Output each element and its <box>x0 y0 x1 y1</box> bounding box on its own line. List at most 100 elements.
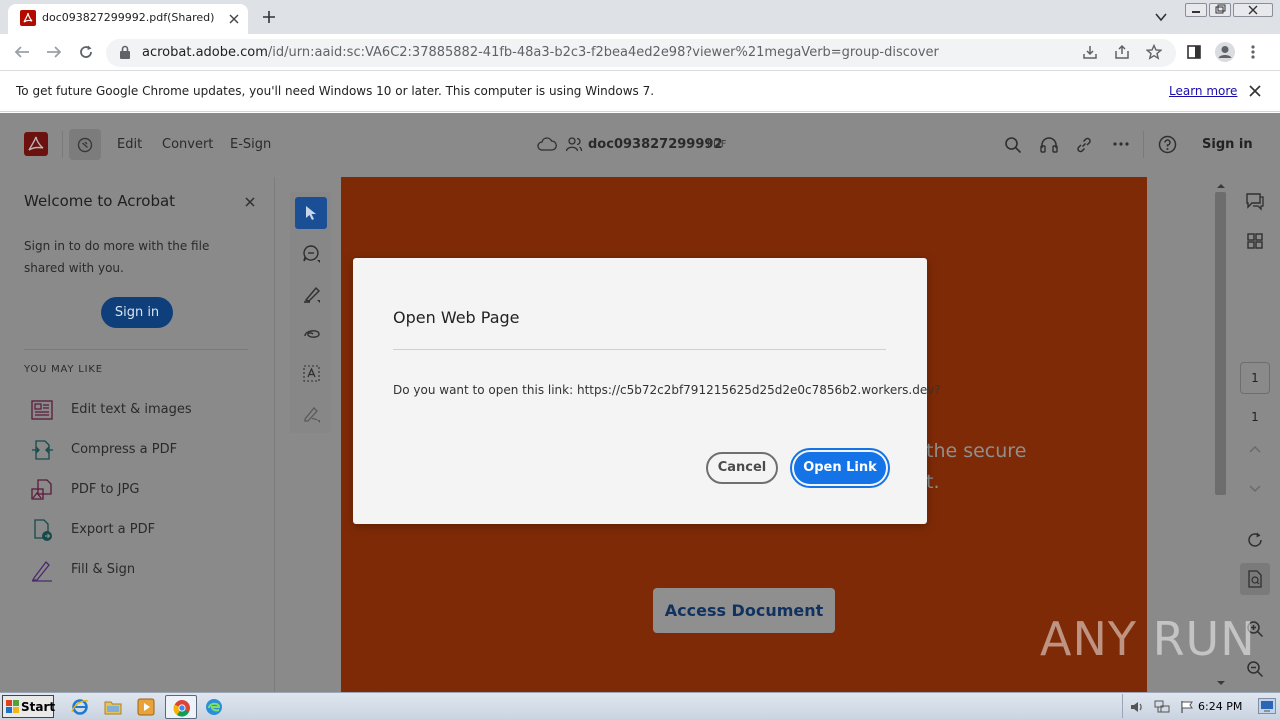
like-item-export[interactable]: Export a PDF <box>30 518 250 542</box>
browser-tab[interactable]: doc093827299992.pdf(Shared) - Adobe Acro… <box>8 4 248 34</box>
reload-icon[interactable] <box>78 44 94 60</box>
install-app-icon[interactable] <box>1082 44 1098 60</box>
like-item-label: PDF to JPG <box>71 482 140 497</box>
monitor-icon <box>1261 701 1273 712</box>
lock-icon[interactable] <box>119 45 131 59</box>
like-item-edit-text[interactable]: Edit text & images <box>30 398 250 422</box>
scrollbar-thumb[interactable] <box>1215 192 1226 495</box>
tab-search-chevron-icon[interactable] <box>1154 10 1168 24</box>
like-item-label: Fill & Sign <box>71 562 136 577</box>
read-aloud-headphones-icon[interactable] <box>1039 136 1059 154</box>
window-restore-button[interactable] <box>1209 3 1231 17</box>
access-document-button[interactable]: Access Document <box>653 588 835 633</box>
chrome-taskbar-button[interactable] <box>165 695 197 719</box>
scroll-down-arrow-icon[interactable] <box>1216 680 1226 686</box>
like-item-label: Edit text & images <box>71 402 192 417</box>
dialog-title: Open Web Page <box>393 308 520 327</box>
scroll-up-arrow-icon[interactable] <box>1216 183 1226 189</box>
tab-close-icon[interactable] <box>228 13 240 25</box>
cursor-arrow-icon <box>306 206 316 220</box>
comments-panel-icon[interactable] <box>1245 191 1265 211</box>
add-comment-icon <box>303 245 320 263</box>
menu-esign[interactable]: E-Sign <box>230 137 271 152</box>
welcome-title: Welcome to Acrobat <box>24 192 176 210</box>
select-tool-button[interactable] <box>295 197 327 229</box>
sign-pen-icon <box>304 407 320 423</box>
window-minimize-button[interactable] <box>1185 3 1207 17</box>
edge-icon[interactable] <box>205 698 223 716</box>
header-separator-right <box>1143 131 1144 158</box>
side-panel-icon[interactable] <box>1186 44 1202 60</box>
file-explorer-icon[interactable] <box>104 699 122 715</box>
edit-text-images-icon <box>31 400 53 420</box>
shared-users-icon <box>565 137 583 152</box>
watermark-text: ANY RUN <box>1040 612 1256 666</box>
share-icon[interactable] <box>1114 44 1130 60</box>
learn-more-link[interactable]: Learn more <box>1169 84 1237 98</box>
highlighter-icon <box>304 286 320 303</box>
chrome-icon <box>173 700 190 717</box>
url-text[interactable]: acrobat.adobe.com/id/urn:aaid:sc:VA6C2:3… <box>142 45 939 60</box>
document-info-icon <box>1248 570 1262 588</box>
url-host: acrobat.adobe.com <box>142 45 268 60</box>
more-options-icon[interactable] <box>1112 141 1130 147</box>
volume-icon[interactable] <box>1130 700 1144 714</box>
tab-title: doc093827299992.pdf(Shared) - Adobe Acro… <box>42 11 218 24</box>
like-item-label: Compress a PDF <box>71 442 178 457</box>
page-info-button[interactable] <box>1240 563 1270 595</box>
comment-tool-button[interactable] <box>295 237 327 269</box>
anyrun-watermark: ANY RUN <box>1040 612 1256 666</box>
thumbnails-grid-icon[interactable] <box>1246 232 1264 250</box>
highlight-tool-button[interactable] <box>295 277 327 309</box>
total-pages: 1 <box>1251 410 1259 424</box>
like-item-fill-sign[interactable]: Fill & Sign <box>30 558 250 582</box>
previous-page-chevron-icon[interactable] <box>1248 444 1262 454</box>
text-tool-button[interactable] <box>295 357 327 389</box>
search-icon[interactable] <box>1004 136 1022 154</box>
acrobat-favicon-icon <box>20 10 36 26</box>
window-close-button[interactable] <box>1233 3 1273 17</box>
profile-avatar-icon[interactable] <box>1214 41 1236 63</box>
rotate-refresh-icon[interactable] <box>1246 531 1264 549</box>
like-item-pdf-to-jpg[interactable]: PDF to JPG <box>30 478 250 502</box>
new-tab-icon[interactable] <box>261 9 277 25</box>
fill-sign-icon <box>31 561 52 582</box>
action-center-flag-icon[interactable] <box>1180 700 1194 714</box>
draw-tool-button[interactable] <box>295 317 327 349</box>
page-body-text: the secure <box>926 440 1027 462</box>
menu-edit[interactable]: Edit <box>117 137 142 152</box>
back-arrow-icon[interactable] <box>13 44 31 60</box>
chrome-menu-icon[interactable] <box>1250 44 1256 60</box>
infobar-close-icon[interactable] <box>1249 85 1261 97</box>
cloud-icon <box>537 137 557 151</box>
current-page-input[interactable]: 1 <box>1240 362 1270 394</box>
dialog-message: Do you want to open this link: https://c… <box>393 383 941 397</box>
header-signin-button[interactable]: Sign in <box>1202 137 1253 152</box>
next-page-chevron-icon[interactable] <box>1248 484 1262 494</box>
network-icon[interactable] <box>1154 700 1170 714</box>
panel-close-icon[interactable] <box>245 197 255 207</box>
pdf-to-jpg-icon <box>31 479 52 500</box>
copy-link-icon[interactable] <box>1075 136 1093 154</box>
taskbar-clock[interactable]: 6:24 PM <box>1198 700 1242 713</box>
internet-explorer-icon[interactable] <box>71 698 89 716</box>
cancel-button[interactable]: Cancel <box>706 452 778 484</box>
panel-divider <box>24 349 248 350</box>
open-link-button[interactable]: Open Link <box>794 452 886 484</box>
quick-tools-icon <box>77 137 93 153</box>
quick-tools-button[interactable] <box>69 129 101 160</box>
media-player-icon[interactable] <box>137 698 155 716</box>
panel-signin-button[interactable]: Sign in <box>101 297 173 328</box>
like-item-compress[interactable]: Compress a PDF <box>30 438 250 462</box>
welcome-description: Sign in to do more with the file shared … <box>24 239 210 275</box>
you-may-like-heading: YOU MAY LIKE <box>24 364 103 375</box>
acrobat-logo-icon[interactable] <box>24 132 48 156</box>
like-item-label: Export a PDF <box>71 522 156 537</box>
show-desktop-button[interactable] <box>1258 698 1276 714</box>
forward-arrow-icon[interactable] <box>45 44 63 60</box>
menu-convert[interactable]: Convert <box>162 137 213 152</box>
start-button[interactable]: Start <box>2 695 55 718</box>
sign-tool-button[interactable] <box>295 397 327 429</box>
bookmark-star-icon[interactable] <box>1146 44 1162 60</box>
help-icon[interactable] <box>1158 135 1177 154</box>
